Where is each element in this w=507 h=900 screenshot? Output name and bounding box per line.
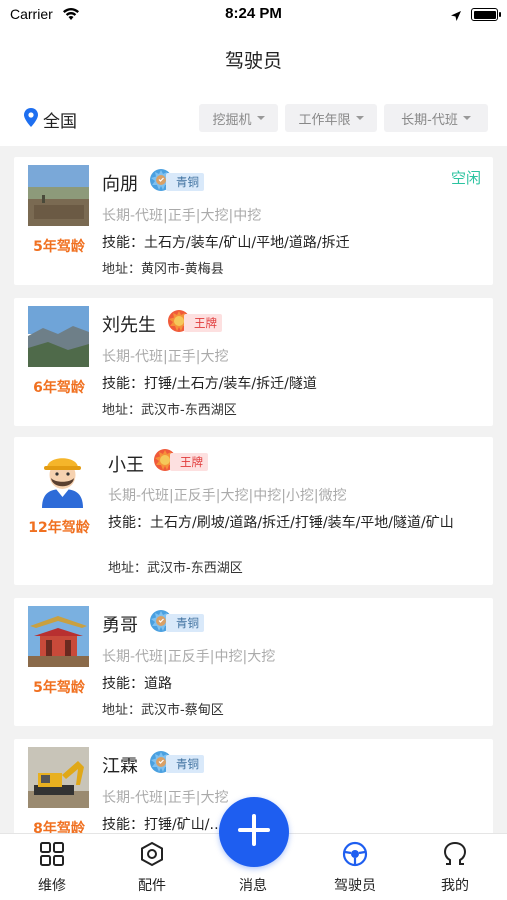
rank-label: 青铜 [166,173,204,191]
navigation-bar: 驾驶员 [0,30,507,90]
job-meta: 长期-代班|正手|大挖 [102,349,229,365]
filter-chip-label: 挖掘机 [212,112,252,128]
driver-card[interactable]: 12年驾龄 小王 王牌 长期-代班|正反手|大挖|中挖|小挖|微挖 技能：土石方… [14,437,493,585]
tab-label: 我的 [441,878,469,894]
hexagon-nut-icon [138,840,166,868]
location-label: 全国 [43,112,77,132]
rank-badge: 青铜 [148,751,204,777]
rank-badge: 青铜 [148,169,204,195]
filter-machine-type[interactable]: 挖掘机 [199,104,278,132]
caret-down-icon [256,116,265,120]
filter-bar: 全国 挖掘机 工作年限 长期-代班 [0,90,507,146]
driver-name: 江霖 [102,756,138,777]
filter-chip-label: 长期-代班 [401,112,458,128]
caret-down-icon [462,116,471,120]
address-text: 地址：武汉市-蔡甸区 [102,703,224,718]
job-meta: 长期-代班|正反手|中挖|大挖 [102,649,276,665]
filter-chip-label: 工作年限 [298,112,351,128]
driving-years: 5年驾龄 [33,680,85,696]
steering-wheel-icon [341,840,369,868]
rank-label: 王牌 [170,453,208,471]
tab-repair[interactable]: 维修 [12,834,92,900]
grid-icon [38,840,66,868]
driver-photo [28,606,89,667]
driver-photo [28,747,89,808]
rank-badge: 青铜 [148,610,204,636]
job-meta: 长期-代班|正反手|大挖|中挖|小挖|微挖 [108,488,347,504]
caret-down-icon [355,116,364,120]
driving-years: 12年驾龄 [28,520,90,536]
driver-card[interactable]: 5年驾龄 勇哥 青铜 长期-代班|正反手|中挖|大挖 技能：道路 地址：武汉市-… [14,598,493,726]
plus-icon [236,812,272,852]
tab-parts[interactable]: 配件 [112,834,192,900]
skills-text: 技能：土石方/刷坡/道路/拆迁/打锤/装车/平地/隧道/矿山 [108,515,454,531]
tab-label: 驾驶员 [334,878,376,894]
filter-work-years[interactable]: 工作年限 [285,104,377,132]
status-badge: 空闲 [450,169,481,187]
driver-name: 小王 [108,455,144,476]
skills-text: 技能：土石方/装车/矿山/平地/道路/拆迁 [102,235,350,251]
driver-card[interactable]: 5年驾龄 向朋 青铜 长期-代班|正手|大挖|中挖 技能：土石方/装车/矿山/平… [14,157,493,285]
tab-mine[interactable]: 我的 [415,834,495,900]
status-bar: Carrier 8:24 PM [0,0,507,30]
driver-photo [28,165,89,226]
rank-badge: 王牌 [166,310,222,336]
driving-years: 6年驾龄 [33,380,85,396]
address-text: 地址：武汉市-东西湖区 [102,403,237,418]
location-pin-icon [24,108,38,131]
filter-job-type[interactable]: 长期-代班 [384,104,488,132]
rank-label: 青铜 [166,614,204,632]
add-button[interactable] [219,797,289,867]
job-meta: 长期-代班|正手|大挖|中挖 [102,208,262,224]
job-meta: 长期-代班|正手|大挖 [102,790,229,806]
tab-label: 消息 [239,878,267,894]
skills-text: 技能：道路 [102,676,172,692]
address-text: 地址：武汉市-东西湖区 [108,561,243,576]
driver-card[interactable]: 6年驾龄 刘先生 王牌 长期-代班|正手|大挖 技能：打锤/土石方/装车/拆迁/… [14,298,493,426]
rank-badge: 王牌 [152,449,208,475]
tab-label: 维修 [38,878,66,894]
rank-label: 青铜 [166,755,204,773]
tab-label: 配件 [138,878,166,894]
tab-drivers[interactable]: 驾驶员 [315,834,395,900]
page-title: 驾驶员 [224,50,282,72]
location-arrow-icon [450,7,462,26]
driver-name: 勇哥 [102,615,138,636]
rank-label: 王牌 [184,314,222,332]
clock: 8:24 PM [225,5,282,22]
omega-person-icon [441,840,469,868]
driver-avatar [32,447,93,508]
driver-photo [28,306,89,367]
driver-name: 向朋 [102,174,138,195]
battery-icon [471,8,501,21]
driver-name: 刘先生 [102,315,156,336]
driving-years: 5年驾龄 [33,239,85,255]
skills-text: 技能：打锤/土石方/装车/拆迁/隧道 [102,376,317,392]
location-selector[interactable]: 全国 [24,107,77,132]
address-text: 地址：黄冈市-黄梅县 [102,262,224,277]
